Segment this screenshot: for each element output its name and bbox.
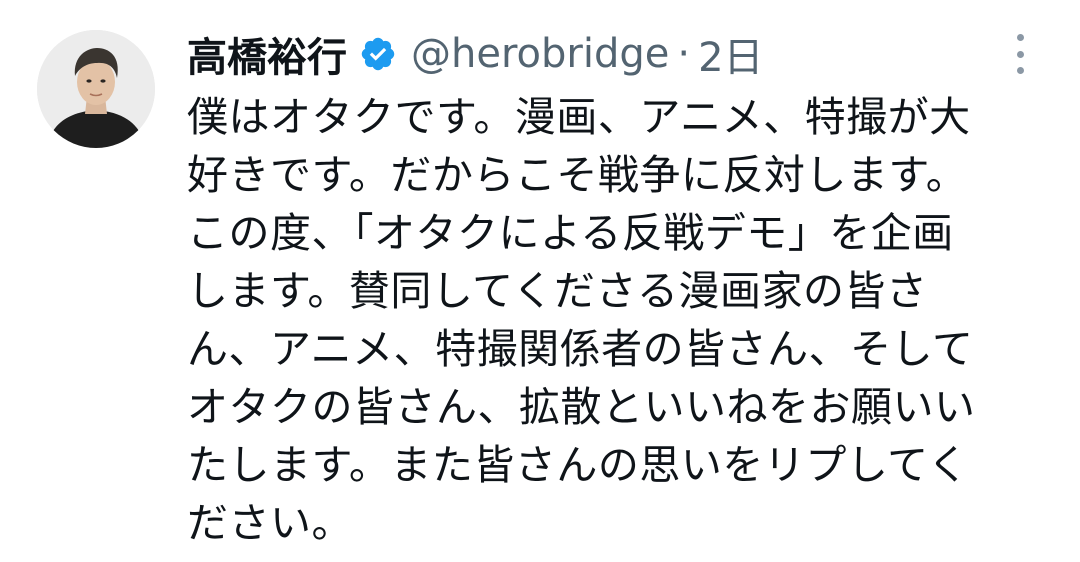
user-handle[interactable]: @herobridge	[411, 31, 669, 77]
verified-badge-icon	[359, 35, 397, 73]
tweet-text-line: 僕はオタクです。漫画、アニメ、特撮が大	[187, 93, 971, 141]
tweet-text-line: 好きです。だからこそ戦争に反対します。	[187, 151, 968, 199]
display-name[interactable]: 高橋裕行	[187, 25, 347, 83]
tweet-text: 僕はオタクです。漫画、アニメ、特撮が大 好きです。だからこそ戦争に反対します。 …	[187, 88, 1047, 552]
tweet-text-line: ださい。	[187, 499, 353, 547]
tweet[interactable]: 高橋裕行 @herobridge · 2日 僕はオタクです。漫画、アニメ、特撮が…	[0, 0, 1080, 562]
tweet-header: 高橋裕行 @herobridge · 2日	[187, 24, 764, 84]
tweet-text-line: オタクの皆さん、拡散といいねをお願いい	[187, 383, 976, 431]
separator-dot: ·	[677, 31, 691, 77]
tweet-text-line: たします。また皆さんの思いをリプしてく	[187, 441, 969, 489]
tweet-text-line: します。賛同してくださる漫画家の皆さ	[187, 267, 928, 315]
avatar-image	[37, 30, 155, 148]
timestamp[interactable]: 2日	[698, 25, 763, 83]
tweet-text-line: この度、「オタクによる反戦デモ」を企画	[187, 209, 954, 257]
avatar[interactable]	[37, 30, 155, 148]
more-vertical-icon[interactable]	[1008, 34, 1032, 74]
tweet-text-line: ん、アニメ、特撮関係者の皆さん、そして	[187, 325, 974, 373]
